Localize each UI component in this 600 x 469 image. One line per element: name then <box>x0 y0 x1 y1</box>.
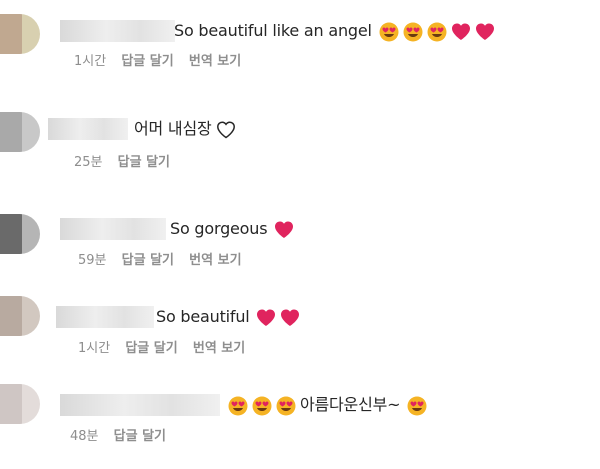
heart-eyes-emoji <box>276 396 296 416</box>
comment-meta: 1시간 답글 달기 번역 보기 <box>74 53 252 71</box>
heart-eyes-emoji <box>403 22 423 42</box>
heart-eyes-emoji <box>427 22 447 42</box>
comment-meta: 59분 답글 달기 번역 보기 <box>78 252 253 270</box>
comment-time: 1시간 <box>74 54 107 69</box>
avatar[interactable] <box>0 14 40 54</box>
heart-eyes-emoji <box>407 396 427 416</box>
comment-body: 아름다운신부~ <box>300 395 401 414</box>
comment-meta: 25분 답글 달기 <box>74 154 181 172</box>
comment-meta: 48분 답글 달기 <box>70 428 177 446</box>
reply-button[interactable]: 답글 달기 <box>118 155 170 170</box>
heart-eyes-emoji <box>228 396 248 416</box>
avatar[interactable] <box>0 214 40 254</box>
reply-button[interactable]: 답글 달기 <box>125 341 177 356</box>
username-blurred[interactable] <box>60 394 220 416</box>
red-heart-emoji <box>257 309 276 326</box>
red-heart-emoji <box>475 23 494 40</box>
avatar[interactable] <box>0 296 40 336</box>
comment-body: So beautiful like an angel <box>174 21 372 40</box>
username-blurred[interactable] <box>48 118 128 140</box>
comment-text: So gorgeous <box>170 218 298 241</box>
comment-text: 아름다운신부~ <box>228 394 431 417</box>
comment-meta: 1시간 답글 달기 번역 보기 <box>78 340 256 358</box>
comment-time: 25분 <box>74 155 103 170</box>
username-blurred[interactable] <box>60 20 175 42</box>
reply-button[interactable]: 답글 달기 <box>122 253 174 268</box>
red-heart-emoji <box>281 309 300 326</box>
comment-text: So beautiful <box>156 306 304 329</box>
username-blurred[interactable] <box>60 218 166 240</box>
username-blurred[interactable] <box>56 306 154 328</box>
translate-button[interactable]: 번역 보기 <box>189 54 241 69</box>
white-heart-outline-emoji <box>217 120 236 138</box>
avatar[interactable] <box>0 384 40 424</box>
comment-body: 어머 내심장 <box>134 119 212 138</box>
avatar[interactable] <box>0 112 40 152</box>
comment-body: So gorgeous <box>170 219 268 238</box>
translate-button[interactable]: 번역 보기 <box>189 253 241 268</box>
comment-time: 59분 <box>78 253 107 268</box>
comment-body: So beautiful <box>156 307 250 326</box>
heart-eyes-emoji <box>379 22 399 42</box>
comment-text: So beautiful like an angel <box>174 20 499 43</box>
red-heart-emoji <box>451 23 470 40</box>
heart-eyes-emoji <box>252 396 272 416</box>
comment-text: 어머 내심장 <box>134 118 236 140</box>
red-heart-emoji <box>275 221 294 238</box>
comment-time: 48분 <box>70 429 99 444</box>
reply-button[interactable]: 답글 달기 <box>121 54 173 69</box>
reply-button[interactable]: 답글 달기 <box>114 429 166 444</box>
comment-time: 1시간 <box>78 341 111 356</box>
translate-button[interactable]: 번역 보기 <box>193 341 245 356</box>
